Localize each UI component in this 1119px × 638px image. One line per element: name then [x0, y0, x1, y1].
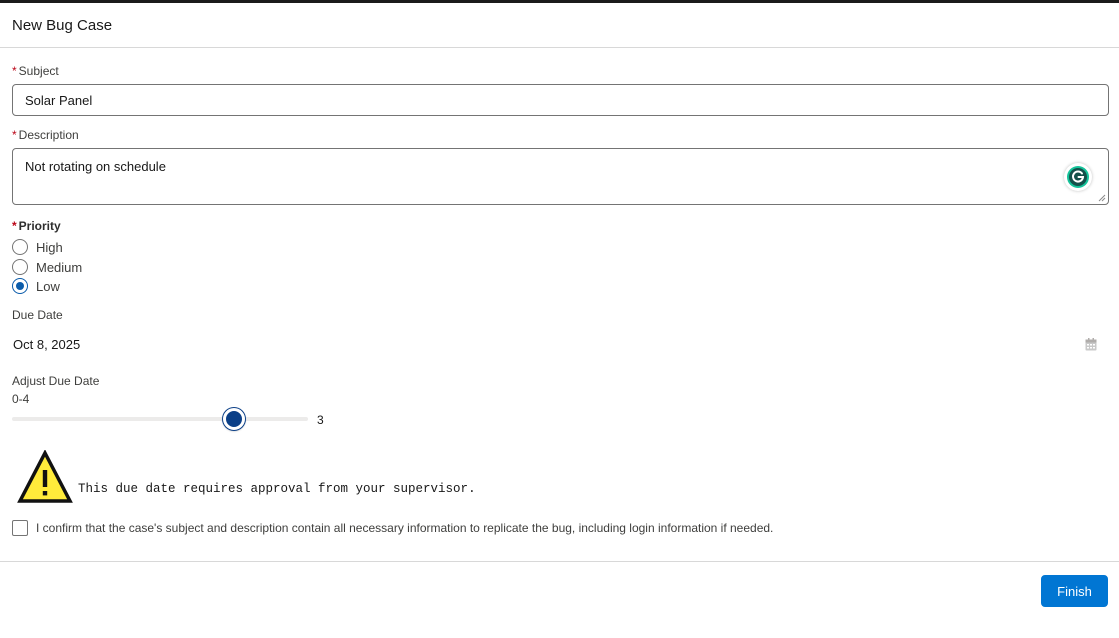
page-title: New Bug Case	[12, 17, 113, 34]
grammarly-icon[interactable]	[1064, 163, 1092, 191]
radio-button-selected[interactable]	[12, 278, 28, 294]
due-date-field[interactable]: Oct 8, 2025	[12, 330, 1109, 358]
finish-button[interactable]: Finish	[1041, 575, 1108, 607]
priority-option-high[interactable]: High	[12, 238, 63, 256]
description-textarea[interactable]: Not rotating on schedule	[12, 148, 1109, 205]
slider-track[interactable]	[12, 417, 308, 421]
confirm-checkbox-row[interactable]: I confirm that the case's subject and de…	[12, 520, 773, 536]
subject-input[interactable]	[12, 84, 1109, 116]
radio-dot	[16, 282, 24, 290]
radio-label: High	[36, 239, 63, 255]
priority-label: * Priority	[12, 219, 61, 233]
confirm-label: I confirm that the case's subject and de…	[36, 521, 774, 535]
required-mark: *	[12, 219, 17, 233]
priority-option-low[interactable]: Low	[12, 277, 60, 295]
slider-range-label: 0-4	[12, 392, 30, 406]
description-label: * Description	[12, 128, 79, 142]
required-mark: *	[12, 64, 17, 78]
radio-label: Low	[36, 278, 60, 294]
required-mark: *	[12, 128, 17, 142]
slider-thumb[interactable]	[223, 408, 245, 430]
radio-label: Medium	[36, 259, 83, 275]
adjust-due-date-label: Adjust Due Date	[12, 374, 100, 388]
subject-label: * Subject	[12, 64, 59, 78]
adjust-due-date-slider[interactable]: 3	[12, 406, 342, 432]
description-text: Not rotating on schedule	[25, 159, 166, 174]
slider-value: 3	[317, 413, 324, 427]
radio-button[interactable]	[12, 239, 28, 255]
calendar-icon[interactable]	[1085, 338, 1097, 351]
due-date-value: Oct 8, 2025	[13, 337, 81, 352]
due-date-label: Due Date	[12, 308, 63, 322]
priority-option-medium[interactable]: Medium	[12, 258, 82, 276]
confirm-checkbox[interactable]	[12, 520, 28, 536]
radio-button[interactable]	[12, 259, 28, 275]
warning-message: This due date requires approval from you…	[78, 482, 476, 496]
modal-header: New Bug Case	[0, 3, 1119, 48]
warning-icon	[17, 450, 73, 503]
modal-footer: Finish	[0, 561, 1119, 638]
resize-handle-icon[interactable]	[1098, 194, 1106, 202]
